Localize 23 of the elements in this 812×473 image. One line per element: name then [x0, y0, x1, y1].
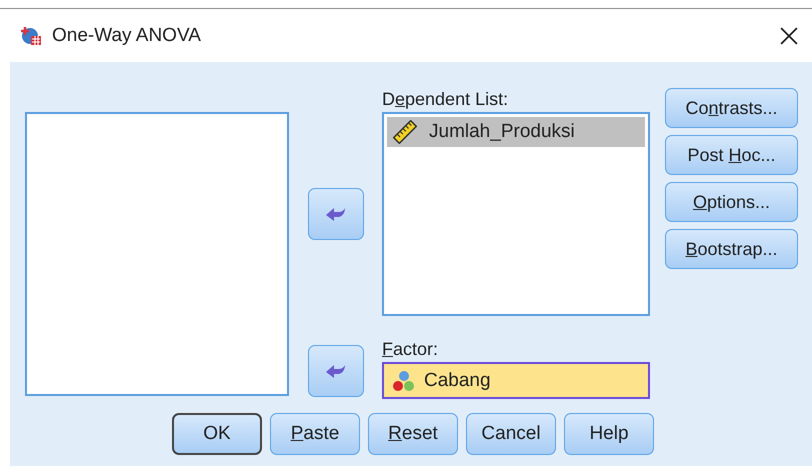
dialog-button[interactable]: OK [172, 413, 262, 455]
dialog-button[interactable]: Cancel [466, 413, 556, 455]
dependent-list-label: Dependent List: [382, 88, 510, 111]
list-item[interactable]: Jumlah_Produksi [387, 117, 645, 147]
dialog-button[interactable]: Reset [368, 413, 458, 455]
app-icon [20, 24, 42, 46]
factor-field[interactable]: Cabang [382, 362, 650, 399]
factor-label: Factor: [382, 338, 440, 361]
circles-icon [392, 368, 416, 392]
dialog-button[interactable]: Paste [270, 413, 360, 455]
move-button[interactable] [308, 345, 364, 397]
window-title: One-Way ANOVA [52, 24, 202, 46]
dialog-button[interactable]: Contrasts... [665, 88, 798, 128]
close-icon[interactable] [780, 26, 798, 44]
dialog-button[interactable]: Post Hoc... [665, 135, 798, 175]
dependent-list[interactable]: Jumlah_Produksi [382, 112, 650, 316]
dialog-button[interactable]: Bootstrap... [665, 229, 798, 269]
dialog-button[interactable]: Options... [665, 182, 798, 222]
variable-list[interactable] [25, 112, 289, 396]
arrow-icon [326, 206, 346, 222]
dialog-button[interactable]: Help [564, 413, 654, 455]
move-button[interactable] [308, 188, 364, 240]
arrow-icon [326, 363, 346, 379]
